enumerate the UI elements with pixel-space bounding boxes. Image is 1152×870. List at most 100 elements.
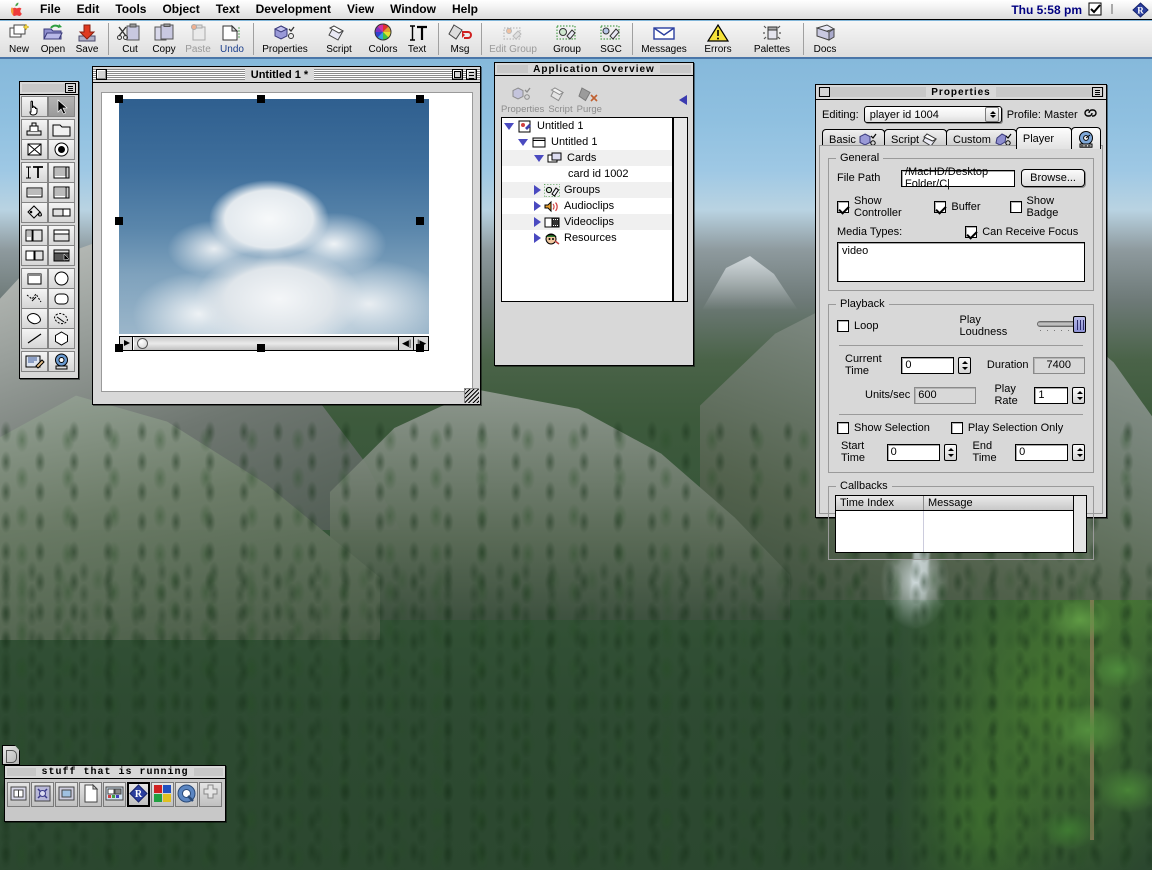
toolbar-paste-button[interactable]: Paste [181, 21, 215, 57]
collapse-button[interactable] [1092, 87, 1103, 97]
overview-script-button[interactable]: Script [548, 86, 573, 115]
menu-help[interactable]: Help [444, 0, 486, 19]
disclosure-triangle-right-icon[interactable] [534, 185, 541, 195]
apple-menu-icon[interactable] [0, 2, 32, 17]
tool-slider-tool[interactable] [48, 202, 75, 223]
end-time-input[interactable]: 0 [1015, 443, 1069, 461]
toolbar-errors-button[interactable]: Errors [691, 21, 745, 57]
callbacks-scrollbar[interactable] [1073, 496, 1086, 552]
tool-palette-collapse-button[interactable] [65, 83, 76, 93]
show-controller-checkbox[interactable] [837, 201, 849, 213]
editing-object-popup[interactable]: player id 1004 [863, 106, 1002, 123]
scrubber-thumb[interactable] [137, 338, 148, 349]
taskbar-app-authoring-tool-icon[interactable]: R [127, 782, 150, 807]
tree-row-project[interactable]: Untitled 1 [502, 118, 672, 134]
show-badge-checkbox[interactable] [1009, 201, 1022, 213]
object-tree[interactable]: Untitled 1 Untitled 1 Cards card id 1002 [501, 117, 673, 302]
toolbar-open-button[interactable]: Open [36, 21, 70, 57]
menu-file[interactable]: File [32, 0, 69, 19]
tool-folder-tool[interactable] [48, 119, 75, 140]
show-selection-checkbox[interactable] [837, 422, 849, 434]
menu-object[interactable]: Object [154, 0, 207, 19]
toolbar-cut-button[interactable]: Cut [113, 21, 147, 57]
menu-edit[interactable]: Edit [69, 0, 108, 19]
zoom-button[interactable] [451, 69, 463, 80]
taskbar-app-color-grid-icon[interactable] [151, 782, 174, 807]
close-button[interactable] [96, 69, 107, 80]
tool-window-tool[interactable] [48, 245, 75, 266]
taskbar-app-monitor-icon[interactable] [55, 782, 78, 807]
chain-link-icon[interactable] [1083, 107, 1098, 122]
selection-handle[interactable] [416, 95, 424, 103]
browse-button[interactable]: Browse... [1021, 169, 1085, 187]
toolbar-text-button[interactable]: Text [400, 21, 434, 57]
toolbar-properties-button[interactable]: Properties [258, 21, 312, 57]
control-strip-tab-icon[interactable] [2, 745, 20, 765]
menubar-clock[interactable]: Thu 5:58 pm [1011, 3, 1082, 17]
step-back-icon[interactable]: ◀| [398, 337, 413, 350]
taskbar-app-extension-icon[interactable] [199, 782, 222, 807]
selection-handle[interactable] [416, 344, 424, 352]
menu-tools[interactable]: Tools [107, 0, 154, 19]
tree-row-videoclips[interactable]: Videoclips [502, 214, 672, 230]
tool-tabs-left-tool[interactable] [21, 225, 48, 246]
callbacks-col-message[interactable]: Message [924, 496, 1073, 510]
card-canvas[interactable]: ◀| |▶ [101, 92, 473, 392]
menu-development[interactable]: Development [248, 0, 339, 19]
tool-panel-tool[interactable] [21, 182, 48, 203]
selection-handle[interactable] [416, 217, 424, 225]
tool-freeform-tool[interactable] [21, 308, 48, 329]
tool-text-field-tool[interactable] [21, 162, 48, 183]
buffer-checkbox[interactable] [934, 201, 947, 213]
movie-controller[interactable]: ◀| |▶ [119, 336, 429, 351]
callbacks-listview[interactable]: Time Index Message [835, 495, 1087, 553]
tool-crossed-box-tool[interactable] [21, 139, 48, 160]
tool-paint-bucket-tool[interactable] [21, 202, 48, 223]
slider-track[interactable] [1037, 315, 1086, 333]
toolbar-save-button[interactable]: Save [70, 21, 104, 57]
toolbar-palettes-button[interactable]: Palettes [745, 21, 799, 57]
application-switcher-icon[interactable]: R [1132, 1, 1149, 18]
tool-tabs-top-tool[interactable] [48, 225, 75, 246]
video-player-object[interactable] [119, 99, 429, 334]
tool-lasso-tool[interactable] [48, 308, 75, 329]
disclosure-triangle-down-icon[interactable] [534, 154, 544, 162]
toolbar-new-button[interactable]: New [2, 21, 36, 57]
menu-view[interactable]: View [339, 0, 382, 19]
collapse-left-arrow-icon[interactable] [679, 95, 687, 105]
toolbar-group-button[interactable]: Group [540, 21, 594, 57]
selection-handle[interactable] [257, 344, 265, 352]
tree-row-audioclips[interactable]: Audioclips [502, 198, 672, 214]
toolbar-script-button[interactable]: Script [312, 21, 366, 57]
toolbar-docs-button[interactable]: Docs [808, 21, 842, 57]
current-time-stepper[interactable] [957, 356, 971, 374]
tool-divider-h-tool[interactable] [21, 245, 48, 266]
current-time-input[interactable]: 0 [901, 356, 954, 374]
properties-titlebar[interactable]: Properties [816, 85, 1106, 100]
tool-polygon-tool[interactable] [21, 288, 48, 309]
tool-media-player-tool[interactable] [48, 351, 75, 372]
play-loudness-slider[interactable] [1037, 315, 1086, 333]
scrubber-track[interactable] [133, 337, 398, 350]
disclosure-triangle-right-icon[interactable] [534, 233, 541, 243]
slider-thumb[interactable] [1073, 315, 1086, 333]
tool-oval-tool[interactable] [48, 268, 75, 289]
chevron-updown-icon[interactable] [984, 107, 999, 122]
application-overview-titlebar[interactable]: Application Overview [495, 63, 693, 76]
play-rate-stepper[interactable] [1072, 386, 1085, 404]
callbacks-col-time-index[interactable]: Time Index [836, 496, 924, 510]
end-time-stepper[interactable] [1072, 443, 1086, 461]
tree-row-stack[interactable]: Untitled 1 [502, 134, 672, 150]
toolbar-sgc-button[interactable]: SGC [594, 21, 628, 57]
start-time-input[interactable]: 0 [886, 443, 940, 461]
disclosure-triangle-down-icon[interactable] [504, 122, 514, 130]
play-rate-input[interactable]: 1 [1034, 386, 1068, 404]
tool-arrow-pointer-tool[interactable] [48, 96, 75, 117]
disclosure-triangle-down-icon[interactable] [518, 138, 528, 146]
overview-properties-button[interactable]: Properties [501, 86, 544, 115]
toolbar-msg-button[interactable]: Msg [443, 21, 477, 57]
tool-list-box-tool[interactable] [48, 162, 75, 183]
disclosure-triangle-right-icon[interactable] [534, 217, 541, 227]
tree-scrollbar[interactable] [673, 117, 688, 302]
toolbar-edit-group-button[interactable]: Edit Group [486, 21, 540, 57]
